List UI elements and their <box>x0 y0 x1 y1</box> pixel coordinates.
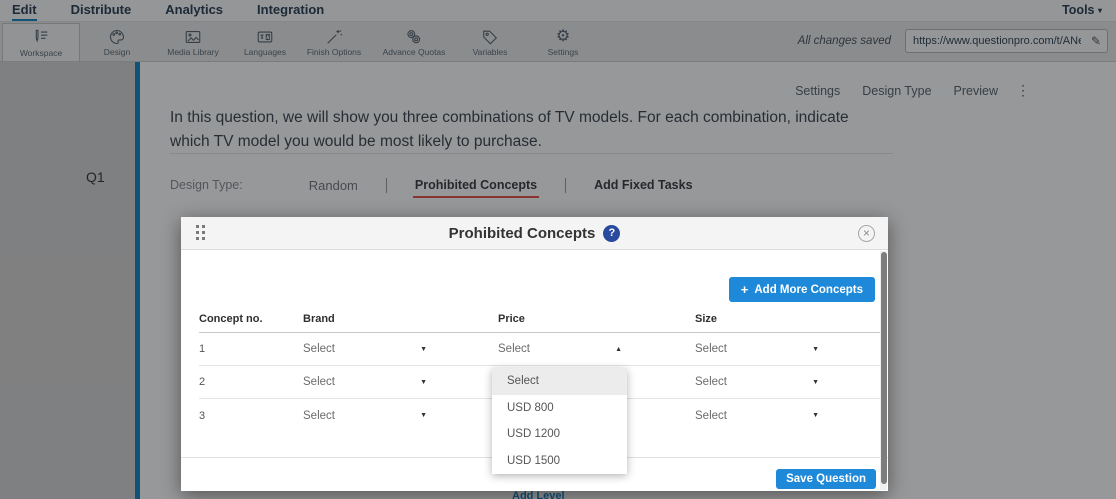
caret-down-icon: ▼ <box>812 346 819 353</box>
caret-down-icon: ▼ <box>812 412 819 419</box>
caret-down-icon: ▼ <box>420 379 427 386</box>
concept-number: 1 <box>199 343 303 355</box>
caret-up-icon: ▲ <box>615 346 622 353</box>
concept-number: 3 <box>199 410 303 422</box>
save-question-button[interactable]: Save Question <box>776 469 876 489</box>
add-more-concepts-button[interactable]: + Add More Concepts <box>729 277 875 302</box>
caret-down-icon: ▼ <box>812 379 819 386</box>
dropdown-option[interactable]: USD 1500 <box>492 448 627 475</box>
size-select[interactable]: Select ▼ <box>695 376 819 388</box>
dropdown-option[interactable]: USD 800 <box>492 395 627 422</box>
help-icon[interactable]: ? <box>603 225 620 242</box>
concept-number: 2 <box>199 376 303 388</box>
header-concept-no: Concept no. <box>199 313 303 332</box>
caret-down-icon: ▼ <box>420 346 427 353</box>
plus-icon: + <box>741 282 749 297</box>
modal-scrollbar[interactable] <box>880 251 887 490</box>
price-select-open[interactable]: Select ▲ <box>498 343 622 355</box>
dropdown-option[interactable]: Select <box>492 368 627 395</box>
table-header-row: Concept no. Brand Price Size <box>199 313 880 333</box>
header-price: Price <box>498 313 695 332</box>
prohibited-concepts-modal: Prohibited Concepts ? × + Add More Conce… <box>181 217 888 491</box>
price-dropdown-panel: Select USD 800 USD 1200 USD 1500 <box>492 368 627 474</box>
brand-select[interactable]: Select ▼ <box>303 376 427 388</box>
add-more-concepts-label: Add More Concepts <box>754 284 863 296</box>
drag-handle-icon[interactable] <box>196 225 205 240</box>
scrollbar-thumb[interactable] <box>881 252 887 484</box>
modal-title: Prohibited Concepts <box>449 225 596 242</box>
brand-select[interactable]: Select ▼ <box>303 410 427 422</box>
caret-down-icon: ▼ <box>420 412 427 419</box>
table-row: 1 Select ▼ Select ▲ Select ▼ <box>199 333 880 366</box>
size-select[interactable]: Select ▼ <box>695 410 819 422</box>
header-size: Size <box>695 313 880 332</box>
size-select[interactable]: Select ▼ <box>695 343 819 355</box>
header-brand: Brand <box>303 313 498 332</box>
modal-header: Prohibited Concepts ? × <box>181 217 888 250</box>
brand-select[interactable]: Select ▼ <box>303 343 427 355</box>
app-window: Edit Distribute Analytics Integration To… <box>0 0 1116 499</box>
close-icon[interactable]: × <box>858 225 875 242</box>
dropdown-option[interactable]: USD 1200 <box>492 421 627 448</box>
